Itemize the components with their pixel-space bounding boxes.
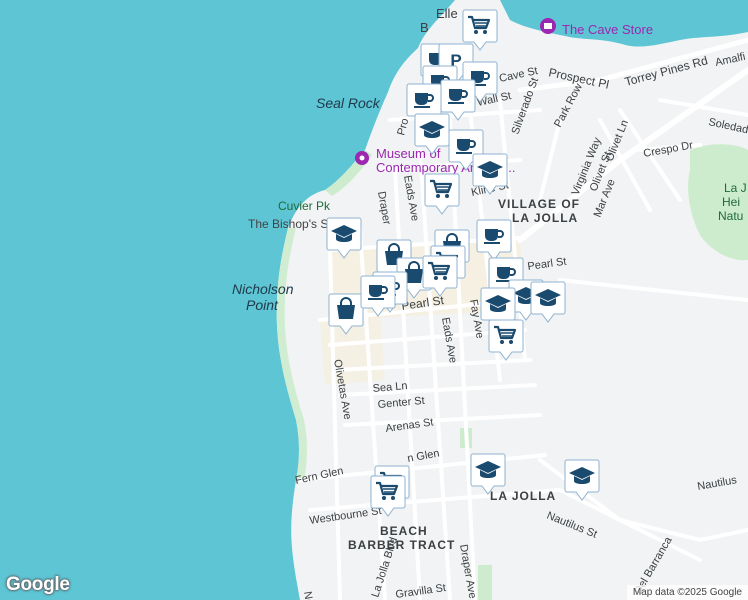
map-marker[interactable]	[488, 318, 524, 362]
map-marker[interactable]	[414, 112, 450, 156]
place-label-nicholson-2: Point	[246, 297, 279, 313]
place-label-heights-1: La J	[724, 181, 747, 195]
map-marker[interactable]	[360, 274, 396, 318]
small-park-2	[478, 565, 492, 600]
place-label-village-2: LA JOLLA	[512, 211, 578, 225]
map-marker[interactable]	[470, 452, 506, 496]
map-marker[interactable]	[424, 172, 460, 216]
map-attribution[interactable]: Map data ©2025 Google	[626, 585, 748, 600]
place-label-village-1: VILLAGE OF	[498, 197, 580, 211]
place-label-heights-2: Hei	[722, 195, 740, 209]
map-marker[interactable]	[370, 474, 406, 518]
poi-cave-store[interactable]	[540, 18, 556, 34]
place-label-b: B	[420, 20, 429, 35]
place-label-beach-1: BEACH	[380, 524, 428, 538]
street-label: Nep	[301, 590, 316, 600]
place-label-cave-store: The Cave Store	[562, 22, 653, 37]
map-marker[interactable]	[564, 458, 600, 502]
google-logo: Google	[6, 574, 70, 595]
place-label-heights-3: Natu	[718, 209, 743, 223]
map-marker[interactable]	[422, 254, 458, 298]
map-marker[interactable]	[328, 292, 364, 336]
map-marker[interactable]	[472, 152, 508, 196]
poi-museum[interactable]	[355, 151, 369, 165]
place-label-beach-2: BARBER TRACT	[348, 538, 455, 552]
place-label-nicholson-1: Nicholson	[232, 281, 294, 297]
place-label-cuvier: Cuvier Pk	[278, 199, 331, 213]
map-marker[interactable]	[530, 280, 566, 324]
place-label-elle: Elle	[436, 6, 458, 21]
place-label-seal-rock: Seal Rock	[316, 95, 381, 111]
map-marker[interactable]	[326, 216, 362, 260]
